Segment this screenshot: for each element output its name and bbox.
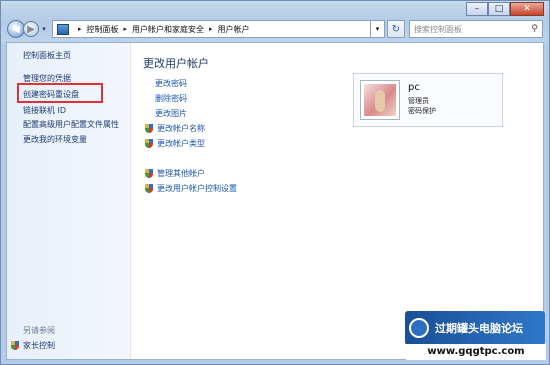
control-panel-icon — [57, 23, 69, 35]
search-input[interactable]: 搜索控制面板 — [414, 24, 462, 35]
watermark-logo-icon — [409, 318, 429, 338]
manage-other-accounts-link[interactable]: 管理其他帐户 — [145, 168, 205, 179]
avatar[interactable] — [360, 80, 400, 120]
shield-icon — [145, 184, 153, 193]
sidebar-item-link-online-id[interactable]: 链接联机 ID — [23, 105, 66, 116]
page-title: 更改用户帐户 — [143, 57, 209, 70]
breadcrumb-control-panel[interactable]: 控制面板 — [87, 24, 119, 35]
account-card: pc 管理员 密码保护 — [353, 73, 503, 127]
shield-icon — [145, 169, 153, 178]
search-box[interactable]: 搜索控制面板 ⚲ — [409, 20, 543, 38]
account-name: pc — [408, 82, 420, 93]
sidebar-item-advanced-profile-properties[interactable]: 配置高级用户配置文件属性 — [23, 119, 119, 130]
breadcrumb-user-accounts[interactable]: 用户帐户 — [218, 24, 250, 35]
watermark-badge: 过期罐头电脑论坛 — [405, 311, 545, 345]
window: – □ ✕ ◀ ▶ ▾ ▸ 控制面板 ▸ 用户帐户和家庭安全 ▸ 用户帐户 ▾ … — [0, 0, 550, 365]
shield-icon — [11, 341, 19, 350]
window-controls: – □ ✕ — [466, 2, 544, 16]
shield-icon — [145, 124, 153, 133]
manage-other-accounts-label[interactable]: 管理其他帐户 — [157, 168, 205, 179]
maximize-button[interactable]: □ — [488, 2, 510, 16]
sidebar-item-parental-controls[interactable]: 家长控制 — [11, 340, 55, 351]
change-account-name-link[interactable]: 更改帐户名称 — [145, 123, 205, 134]
change-uac-settings-label[interactable]: 更改用户帐户控制设置 — [157, 183, 237, 194]
watermark-url: www.gqgtpc.com — [406, 344, 546, 360]
breadcrumb-separator[interactable]: ▸ — [209, 25, 213, 33]
change-account-type-label[interactable]: 更改帐户类型 — [157, 138, 205, 149]
breadcrumb-user-accounts-family-safety[interactable]: 用户帐户和家庭安全 — [132, 24, 204, 35]
parental-controls-label[interactable]: 家长控制 — [23, 340, 55, 351]
breadcrumb-separator[interactable]: ▸ — [124, 25, 128, 33]
navigation-bar: ◀ ▶ ▾ ▸ 控制面板 ▸ 用户帐户和家庭安全 ▸ 用户帐户 ▾ ↻ 搜索控制… — [7, 18, 543, 40]
breadcrumb-separator[interactable]: ▸ — [78, 25, 82, 33]
shield-icon — [145, 139, 153, 148]
account-role: 管理员 — [408, 97, 429, 105]
address-dropdown[interactable]: ▾ — [371, 20, 385, 38]
watermark-text: 过期罐头电脑论坛 — [435, 322, 523, 335]
see-also-heading: 另请参阅 — [23, 326, 55, 335]
refresh-button[interactable]: ↻ — [387, 20, 405, 38]
address-bar[interactable]: ▸ 控制面板 ▸ 用户帐户和家庭安全 ▸ 用户帐户 — [52, 20, 371, 38]
sidebar: 控制面板主页 管理您的凭据 创建密码重设盘 链接联机 ID 配置高级用户配置文件… — [7, 43, 131, 359]
close-button[interactable]: ✕ — [510, 2, 544, 16]
remove-password-link[interactable]: 删除密码 — [155, 93, 187, 104]
change-account-name-label[interactable]: 更改帐户名称 — [157, 123, 205, 134]
change-uac-settings-link[interactable]: 更改用户帐户控制设置 — [145, 183, 237, 194]
sidebar-item-create-password-reset-disk[interactable]: 创建密码重设盘 — [23, 89, 79, 100]
change-password-link[interactable]: 更改密码 — [155, 78, 187, 89]
recent-pages-dropdown[interactable]: ▾ — [39, 25, 49, 33]
forward-button[interactable]: ▶ — [23, 21, 39, 37]
user-picture-icon — [364, 84, 396, 116]
sidebar-item-control-panel-home[interactable]: 控制面板主页 — [23, 50, 71, 61]
sidebar-item-change-environment-variables[interactable]: 更改我的环境变量 — [23, 134, 87, 145]
minimize-button[interactable]: – — [466, 2, 488, 16]
search-icon[interactable]: ⚲ — [531, 24, 538, 34]
account-password-status: 密码保护 — [408, 107, 436, 115]
change-account-type-link[interactable]: 更改帐户类型 — [145, 138, 205, 149]
change-picture-link[interactable]: 更改图片 — [155, 108, 187, 119]
